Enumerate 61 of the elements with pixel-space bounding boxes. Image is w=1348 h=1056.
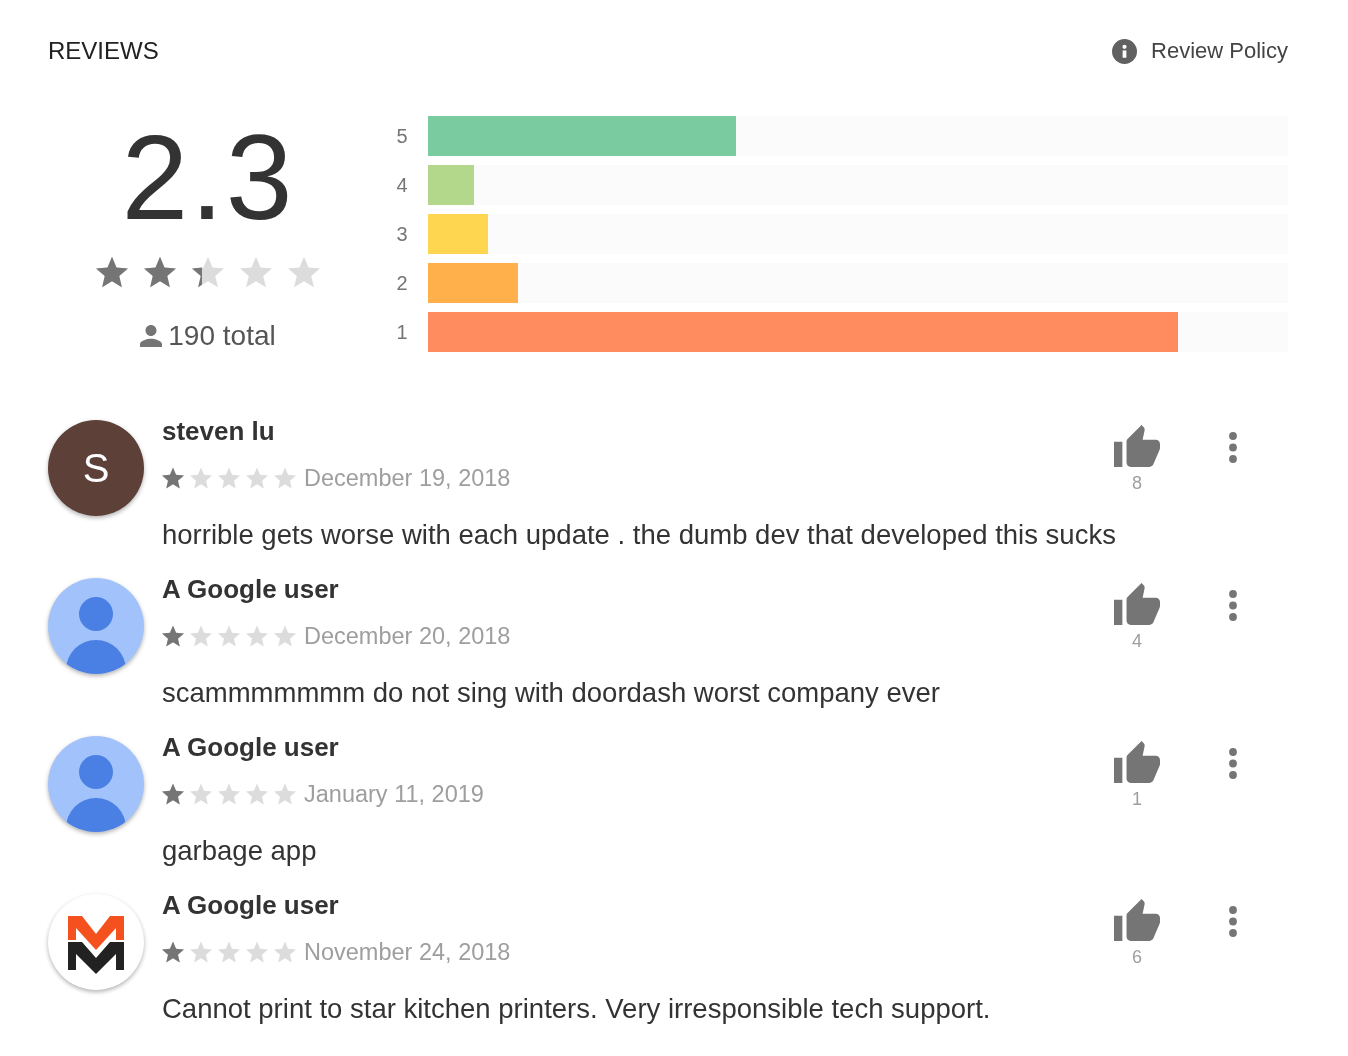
review-date: January 11, 2019 <box>304 780 484 809</box>
review-text: scammmmmmm do not sing with doordash worst company ever <box>162 676 941 710</box>
star-icon <box>246 625 268 647</box>
star-icon <box>192 256 224 288</box>
person-icon <box>140 325 163 347</box>
reviewer-name: A Google user <box>162 731 339 764</box>
star-icon <box>218 941 240 963</box>
review-date: December 20, 2018 <box>304 622 511 651</box>
star-icon <box>274 783 296 805</box>
star-icon <box>240 256 272 288</box>
star-icon <box>162 941 184 963</box>
star-icon <box>274 941 296 963</box>
star-level-label: 5 <box>395 124 409 149</box>
more-menu-icon[interactable] <box>1228 590 1238 621</box>
star-icon <box>190 625 212 647</box>
star-icon <box>246 467 268 489</box>
average-rating: 2.3 <box>121 121 295 233</box>
thumbs-up-icon[interactable] <box>1114 899 1160 941</box>
more-menu-icon[interactable] <box>1228 432 1238 463</box>
star-icon <box>190 467 212 489</box>
reviewer-name: steven lu <box>162 415 275 448</box>
review-date: November 24, 2018 <box>304 938 511 967</box>
info-icon <box>1112 38 1138 64</box>
star-level-label: 3 <box>395 222 409 247</box>
review-text: garbage app <box>162 834 318 868</box>
review-text: horrible gets worse with each update . the dumb dev that developed this sucks <box>162 518 1117 552</box>
review-date: December 19, 2018 <box>304 464 511 493</box>
star-icon <box>96 256 128 288</box>
helpful-count: 8 <box>1132 472 1142 494</box>
star-icon <box>246 783 268 805</box>
star-icon <box>288 256 320 288</box>
star-icon <box>162 783 184 805</box>
reviewer-name: A Google user <box>162 889 339 922</box>
star-icon <box>190 783 212 805</box>
star-level-label: 4 <box>395 173 409 198</box>
star-icon <box>274 467 296 489</box>
star-icon <box>144 256 176 288</box>
letter-avatar: S <box>48 420 144 516</box>
reviewer-name: A Google user <box>162 573 339 606</box>
star-level-label: 2 <box>395 271 409 296</box>
star-icon <box>274 625 296 647</box>
star-icon <box>218 625 240 647</box>
star-icon <box>246 941 268 963</box>
star-icon <box>218 783 240 805</box>
star-icon <box>218 467 240 489</box>
star-icon <box>162 625 184 647</box>
more-menu-icon[interactable] <box>1228 906 1238 937</box>
total-count: 190 total <box>168 319 276 353</box>
star-level-label: 1 <box>395 320 409 345</box>
more-menu-icon[interactable] <box>1228 748 1238 779</box>
star-icon <box>162 467 184 489</box>
thumbs-up-icon[interactable] <box>1114 741 1160 783</box>
helpful-count: 6 <box>1132 946 1142 968</box>
review-text: Cannot print to star kitchen printers. Very irresponsible tech support. <box>162 992 992 1026</box>
thumbs-up-icon[interactable] <box>1114 583 1160 625</box>
helpful-count: 1 <box>1132 788 1142 810</box>
section-title: REVIEWS <box>48 36 159 66</box>
review-policy-link[interactable]: Review Policy <box>1151 36 1288 66</box>
thumbs-up-icon[interactable] <box>1114 425 1160 467</box>
star-icon <box>190 941 212 963</box>
helpful-count: 4 <box>1132 630 1142 652</box>
